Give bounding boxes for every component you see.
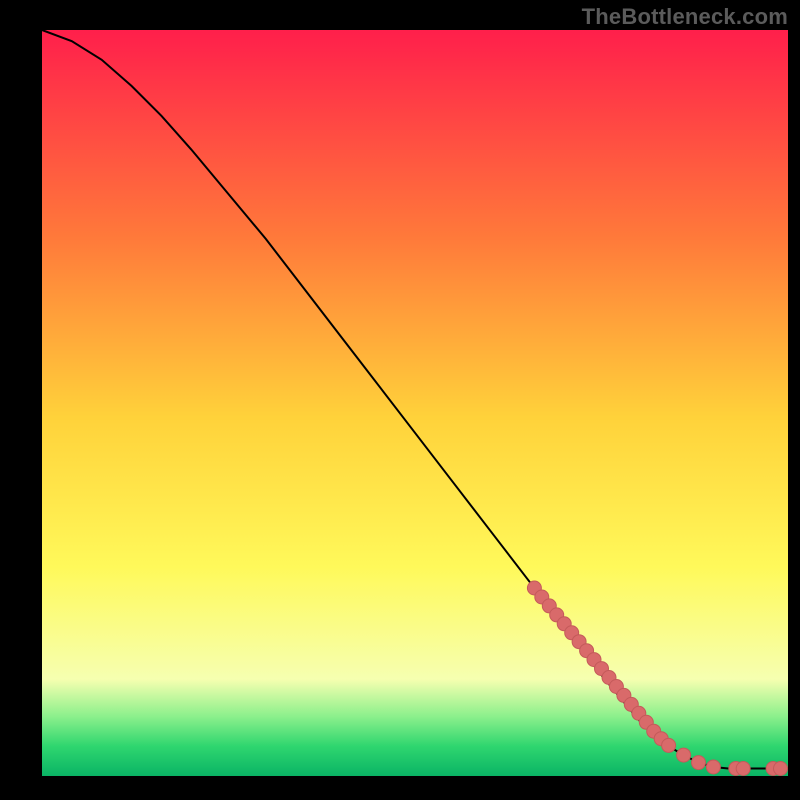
- plot-area: [42, 30, 788, 776]
- chart-svg: [42, 30, 788, 776]
- chart-frame: TheBottleneck.com: [0, 0, 800, 800]
- data-point: [692, 756, 706, 770]
- data-point: [774, 762, 788, 776]
- data-point: [662, 738, 676, 752]
- attribution-text: TheBottleneck.com: [582, 4, 788, 30]
- data-point: [706, 760, 720, 774]
- gradient-background: [42, 30, 788, 776]
- data-point: [677, 748, 691, 762]
- data-point: [736, 762, 750, 776]
